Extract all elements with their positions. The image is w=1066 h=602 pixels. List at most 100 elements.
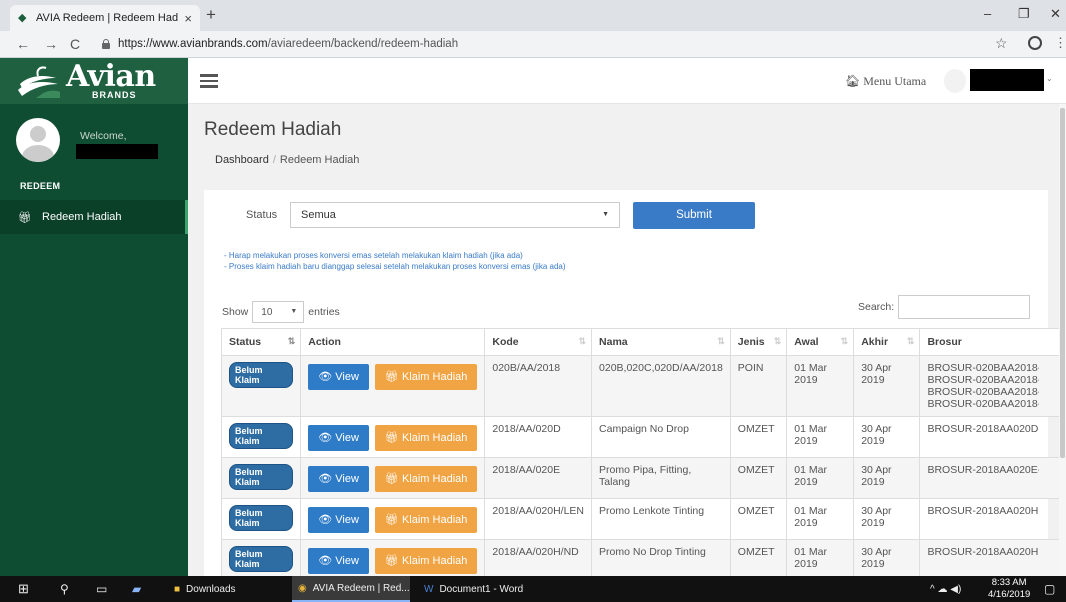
status-filter-select[interactable]: Semua ▼ bbox=[290, 202, 620, 228]
scrollbar-thumb[interactable] bbox=[1060, 108, 1065, 458]
column-header-action: Action bbox=[300, 328, 486, 356]
taskbar-clock[interactable]: 8:33 AM 4/16/2019 bbox=[988, 577, 1030, 601]
column-header-awal[interactable]: Awal ⇅ bbox=[786, 328, 855, 356]
back-button[interactable]: ← bbox=[16, 37, 30, 51]
klaim-hadiah-button[interactable]: 🎁︎ Klaim Hadiah bbox=[374, 466, 478, 492]
search-icon[interactable]: ⚲ bbox=[60, 576, 69, 602]
user-name-redacted[interactable] bbox=[970, 69, 1044, 91]
task-view-icon[interactable]: ▭ bbox=[96, 576, 107, 602]
brosur-link[interactable]: BROSUR-2018AA020E-( bbox=[927, 464, 1039, 476]
search-label: Search: bbox=[858, 301, 895, 313]
windows-start-icon[interactable]: ⊞ bbox=[18, 576, 29, 602]
file-explorer-icon[interactable]: ▰ bbox=[132, 576, 141, 602]
lock-icon bbox=[102, 39, 110, 49]
taskbar-word[interactable]: W Document1 - Word bbox=[418, 576, 538, 602]
table-row: Belum Klaim 👁︎ View 🎁︎ Klaim Hadiah 2018/AA… bbox=[220, 416, 1061, 458]
column-header-brosur[interactable]: Brosur bbox=[919, 328, 1061, 356]
notification-icon[interactable]: ▢ bbox=[1044, 576, 1055, 602]
page-scrollbar[interactable] bbox=[1059, 104, 1066, 576]
cell-status: Belum Klaim bbox=[220, 355, 302, 417]
brosur-link[interactable]: BROSUR-2018AA020D-( bbox=[927, 423, 1039, 435]
taskbar-chrome[interactable]: ◉ AVIA Redeem | Red... bbox=[292, 576, 410, 602]
brosur-link[interactable]: BROSUR-020BAA2018-' bbox=[927, 374, 1039, 386]
klaim-hadiah-button[interactable]: 🎁︎ Klaim Hadiah bbox=[374, 507, 478, 533]
cell-kode: 2018/AA/020D bbox=[484, 416, 593, 458]
minimize-button[interactable]: – bbox=[984, 6, 991, 21]
cell-action: 👁︎ View 🎁︎ Klaim Hadiah bbox=[300, 498, 486, 540]
cell-brosur: BROSUR-2018AA020E-( bbox=[919, 457, 1061, 499]
klaim-hadiah-button[interactable]: 🎁︎ Klaim Hadiah bbox=[374, 548, 478, 574]
system-tray-icons[interactable]: ^ ☁ ◀) bbox=[930, 576, 961, 602]
sidebar-item-redeem-hadiah[interactable]: 🎁︎ Redeem Hadiah bbox=[0, 200, 188, 234]
brosur-link[interactable]: BROSUR-020BAA2018-( bbox=[927, 362, 1039, 374]
entries-label: entries bbox=[308, 306, 340, 318]
sidebar-section-redeem: REDEEM bbox=[20, 181, 61, 191]
breadcrumb-dashboard-link[interactable]: Dashboard bbox=[215, 154, 269, 166]
cell-status: Belum Klaim bbox=[220, 416, 302, 458]
brosur-link[interactable]: BROSUR-020BAA2018-: bbox=[927, 398, 1039, 410]
gift-icon: 🎁︎ bbox=[384, 473, 402, 485]
view-button[interactable]: 👁︎ View bbox=[308, 466, 369, 492]
gift-icon: 🎁︎ bbox=[384, 555, 402, 567]
view-button[interactable]: 👁︎ View bbox=[308, 507, 369, 533]
column-header-kode[interactable]: Kode ⇅ bbox=[484, 328, 593, 356]
klaim-hadiah-button[interactable]: 🎁︎ Klaim Hadiah bbox=[374, 364, 478, 390]
select-caret-icon: ▼ bbox=[602, 211, 609, 218]
brosur-link[interactable]: BROSUR-2018AA020HN bbox=[927, 546, 1039, 558]
submit-button[interactable]: Submit bbox=[633, 202, 755, 229]
entries-length-select[interactable]: 10 ▼ bbox=[252, 301, 305, 323]
sort-icon: ⇅ bbox=[773, 336, 781, 346]
forward-button[interactable]: → bbox=[44, 37, 58, 51]
home-icon: 🏠︎ bbox=[845, 74, 861, 88]
breadcrumb-current: Redeem Hadiah bbox=[279, 154, 360, 166]
view-button[interactable]: 👁︎ View bbox=[308, 548, 369, 574]
info-notes: - Harap melakukan proses konversi emas s… bbox=[224, 250, 566, 272]
sidebar-toggle-icon[interactable] bbox=[200, 74, 218, 88]
sidebar-avatar bbox=[16, 118, 60, 162]
user-avatar[interactable] bbox=[944, 69, 966, 93]
search-input[interactable] bbox=[898, 295, 1030, 319]
cell-jenis: OMZET bbox=[729, 498, 788, 540]
reload-button[interactable]: C bbox=[70, 37, 80, 51]
cell-status: Belum Klaim bbox=[220, 498, 302, 540]
profile-icon[interactable] bbox=[1028, 36, 1042, 50]
taskbar-downloads[interactable]: ■ Downloads bbox=[170, 576, 282, 602]
cell-awal: 01 Mar 2019 bbox=[786, 416, 855, 458]
windows-taskbar: ⊞ ⚲ ▭ ▰ ■ Downloads ◉ AVIA Redeem | Red...… bbox=[0, 576, 1066, 602]
main-content: Redeem Hadiah Dashboard / Redeem Hadiah St… bbox=[188, 104, 1066, 576]
status-badge: Belum Klaim bbox=[229, 546, 294, 572]
close-tab-icon[interactable]: × bbox=[184, 11, 192, 26]
url-domain: https://www.avianbrands.com bbox=[118, 38, 268, 50]
column-header-jenis[interactable]: Jenis ⇅ bbox=[729, 328, 788, 356]
cell-kode: 2018/AA/020H/ND bbox=[484, 539, 593, 576]
gift-icon: 🎁︎ bbox=[384, 514, 402, 526]
column-header-status[interactable]: Status ⇅ bbox=[220, 328, 302, 356]
user-menu-caret-icon[interactable]: ⌄ bbox=[1046, 74, 1053, 83]
new-tab-button[interactable]: + bbox=[206, 6, 216, 23]
url-field[interactable]: https://www.avianbrands.com/aviaredeem/b… bbox=[118, 38, 458, 50]
cell-jenis: OMZET bbox=[729, 539, 788, 576]
cell-awal: 01 Mar 2019 bbox=[786, 355, 855, 417]
restore-button[interactable]: ❐ bbox=[1018, 6, 1030, 22]
cell-nama: Promo No Drop Tinting bbox=[591, 539, 731, 576]
browser-tab[interactable]: ◆ AVIA Redeem | Redeem Hadiah × bbox=[10, 5, 200, 31]
status-badge: Belum Klaim bbox=[229, 505, 294, 531]
brosur-link[interactable]: BROSUR-020BAA2018-: bbox=[927, 386, 1039, 398]
cell-brosur: BROSUR-2018AA020HN bbox=[919, 539, 1061, 576]
view-button[interactable]: 👁︎ View bbox=[308, 425, 369, 451]
logo-subtext: BRANDS bbox=[92, 90, 137, 100]
cell-nama: Promo Lenkote Tinting bbox=[591, 498, 731, 540]
close-window-button[interactable]: ✕ bbox=[1050, 6, 1061, 22]
column-header-nama[interactable]: Nama ⇅ bbox=[591, 328, 731, 356]
breadcrumb: Dashboard / Redeem Hadiah bbox=[215, 154, 359, 166]
browser-menu-icon[interactable]: ⋮ bbox=[1054, 35, 1066, 51]
cell-brosur: BROSUR-2018AA020D-( bbox=[919, 416, 1061, 458]
menu-utama-link[interactable]: 🏠︎ Menu Utama bbox=[845, 74, 926, 89]
column-header-akhir[interactable]: Akhir ⇅ bbox=[853, 328, 921, 356]
brosur-link[interactable]: BROSUR-2018AA020HL bbox=[927, 505, 1039, 517]
klaim-hadiah-button[interactable]: 🎁︎ Klaim Hadiah bbox=[374, 425, 478, 451]
breadcrumb-separator: / bbox=[272, 154, 276, 166]
view-button[interactable]: 👁︎ View bbox=[308, 364, 369, 390]
bookmark-star-icon[interactable]: ☆ bbox=[995, 35, 1008, 52]
avian-logo[interactable]: Avian BRANDS bbox=[0, 58, 188, 104]
